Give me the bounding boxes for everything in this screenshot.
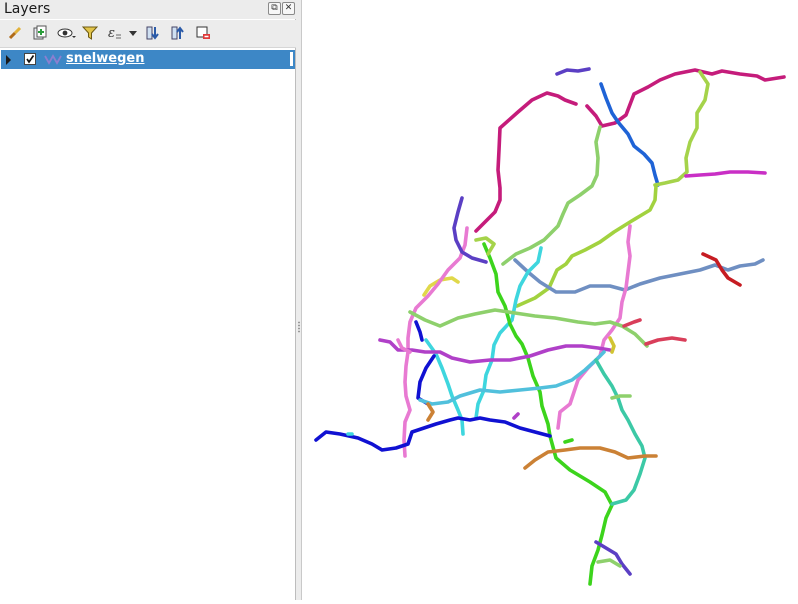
svg-text:ε: ε bbox=[108, 26, 115, 41]
close-panel-icon[interactable]: ✕ bbox=[282, 2, 295, 15]
road-segment bbox=[474, 91, 578, 233]
panel-titlebar: Layers ⧉ ✕ bbox=[0, 0, 296, 19]
road-segment bbox=[482, 242, 614, 586]
map-canvas[interactable] bbox=[303, 0, 798, 600]
road-segment bbox=[501, 125, 602, 266]
add-group-icon[interactable] bbox=[29, 22, 51, 44]
style-brush-icon[interactable] bbox=[4, 22, 26, 44]
road-segment bbox=[644, 336, 687, 346]
map-svg bbox=[314, 67, 786, 586]
float-panel-icon[interactable]: ⧉ bbox=[268, 2, 281, 15]
road-segment bbox=[684, 170, 767, 178]
filter-funnel-icon[interactable] bbox=[79, 22, 101, 44]
road-segment bbox=[426, 402, 435, 422]
road-segment bbox=[653, 70, 710, 187]
panel-splitter[interactable] bbox=[296, 0, 302, 600]
remove-layer-icon[interactable] bbox=[192, 22, 214, 44]
row-end-marker bbox=[290, 52, 293, 66]
road-segment bbox=[610, 394, 632, 400]
layer-name: snelwegen bbox=[66, 51, 145, 66]
expand-all-icon[interactable] bbox=[142, 22, 164, 44]
road-segment bbox=[596, 558, 622, 568]
visibility-eye-icon[interactable] bbox=[54, 22, 76, 44]
layers-toolbar: ε bbox=[0, 20, 296, 48]
road-segment bbox=[599, 82, 660, 187]
splitter-grip bbox=[298, 321, 300, 333]
layers-panel: Layers ⧉ ✕ ε snelwegen bbox=[0, 0, 296, 600]
line-layer-icon bbox=[44, 53, 62, 70]
road-segment bbox=[594, 540, 632, 576]
expand-arrow-icon[interactable] bbox=[6, 55, 11, 65]
collapse-all-icon[interactable] bbox=[167, 22, 189, 44]
road-segment bbox=[452, 196, 488, 264]
filter-expression-icon[interactable]: ε bbox=[104, 22, 138, 44]
panel-title: Layers bbox=[4, 1, 51, 17]
layer-visibility-checkbox[interactable] bbox=[24, 53, 36, 65]
road-segment bbox=[416, 354, 436, 406]
layer-row-snelwegen[interactable]: snelwegen bbox=[1, 50, 295, 69]
road-segment bbox=[414, 320, 424, 342]
road-segment bbox=[402, 226, 469, 458]
road-segment bbox=[512, 412, 520, 420]
road-segment bbox=[555, 67, 591, 76]
road-segment bbox=[594, 358, 647, 506]
road-segment bbox=[523, 446, 658, 470]
road-segment bbox=[563, 438, 574, 444]
road-segment bbox=[622, 318, 642, 328]
